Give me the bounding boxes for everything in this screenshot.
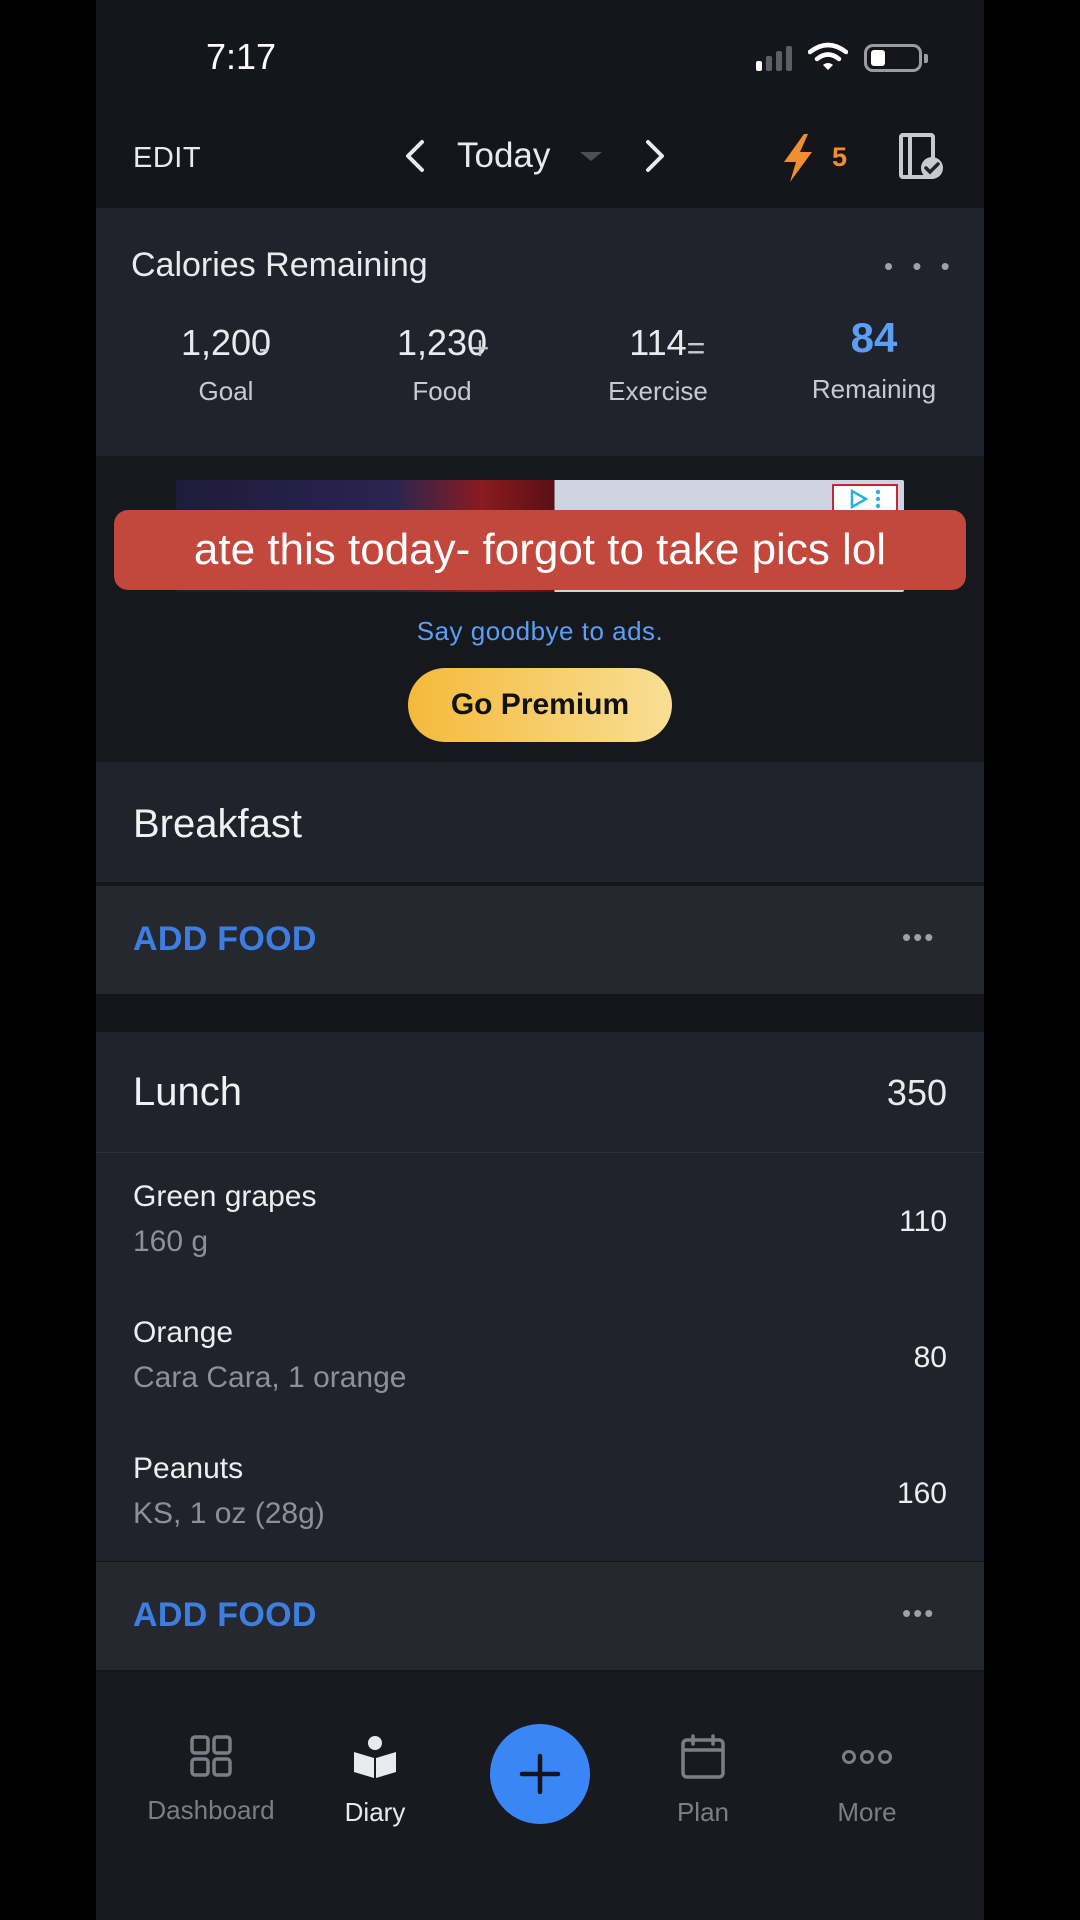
food-item-name[interactable]: Peanuts — [133, 1452, 243, 1486]
say-goodbye-to-ads-link[interactable]: Say goodbye to ads. — [96, 616, 984, 647]
lunch-more-button[interactable]: ••• — [902, 1598, 935, 1629]
go-premium-button[interactable]: Go Premium — [408, 668, 672, 742]
status-time: 7:17 — [206, 36, 277, 77]
tab-diary-label: Diary — [344, 1797, 406, 1827]
previous-day-chevron-icon[interactable] — [400, 136, 430, 181]
food-item-calories[interactable]: 160 — [897, 1477, 947, 1511]
breakfast-more-button[interactable]: ••• — [902, 922, 935, 953]
next-day-chevron-icon[interactable] — [640, 136, 670, 181]
food-summary: 1,230 Food — [357, 322, 527, 407]
minus-operator: - — [258, 330, 270, 366]
calendar-icon — [681, 1734, 725, 1779]
lunch-title: Lunch — [133, 1070, 242, 1114]
food-value: 1,230 — [396, 322, 488, 363]
more-dots-icon — [842, 1750, 892, 1764]
remaining-value: 84 — [850, 314, 898, 361]
calories-more-button[interactable]: • • • — [884, 251, 956, 282]
battery-icon — [864, 44, 928, 72]
add-entry-button[interactable] — [490, 1724, 590, 1824]
equals-operator: = — [686, 330, 706, 366]
food-label: Food — [412, 376, 472, 406]
date-dropdown-caret-icon[interactable] — [580, 152, 602, 161]
streak-count[interactable]: 5 — [832, 142, 847, 173]
breakfast-add-food-button[interactable]: ADD FOOD — [133, 920, 317, 959]
remaining-summary: 84 Remaining — [789, 314, 959, 405]
food-item-serving[interactable]: KS, 1 oz (28g) — [133, 1497, 325, 1531]
goal-value: 1,200 — [180, 322, 272, 363]
cellular-signal-icon — [756, 46, 792, 71]
tab-diary[interactable]: Diary — [290, 1734, 460, 1828]
exercise-value: 114 — [629, 322, 687, 363]
tab-more-label: More — [837, 1797, 897, 1827]
dashboard-grid-icon — [190, 1735, 232, 1777]
exercise-label: Exercise — [608, 376, 708, 406]
lunch-add-food-button[interactable]: ADD FOOD — [133, 1596, 317, 1635]
streak-lightning-icon[interactable] — [780, 132, 816, 189]
wifi-icon — [807, 42, 849, 77]
food-item-serving[interactable]: Cara Cara, 1 orange — [133, 1361, 407, 1395]
tab-plan[interactable]: Plan — [618, 1734, 788, 1828]
food-item-calories[interactable]: 110 — [899, 1205, 947, 1239]
food-item-name[interactable]: Orange — [133, 1316, 233, 1350]
food-item-name[interactable]: Green grapes — [133, 1180, 316, 1214]
date-selector[interactable]: Today — [457, 136, 550, 176]
goal-label: Goal — [198, 376, 254, 406]
tab-plan-label: Plan — [676, 1797, 730, 1827]
diary-book-icon — [354, 1736, 396, 1778]
food-item-calories[interactable]: 80 — [914, 1341, 947, 1375]
remaining-label: Remaining — [811, 374, 937, 404]
breakfast-title: Breakfast — [133, 802, 302, 846]
app-screen: 7:17 EDIT Today 5 Calories Remaining • • — [96, 0, 984, 1920]
tab-dashboard-label: Dashboard — [147, 1795, 275, 1825]
plus-operator: + — [470, 330, 490, 366]
goal-summary: 1,200 Goal — [141, 322, 311, 407]
tab-more[interactable]: More — [782, 1734, 952, 1828]
food-item-serving[interactable]: 160 g — [133, 1225, 208, 1259]
plus-icon — [519, 1753, 561, 1795]
section-separator — [96, 994, 984, 1032]
exercise-summary: 114 Exercise — [573, 322, 743, 407]
tab-dashboard[interactable]: Dashboard — [126, 1734, 296, 1826]
caption-overlay: ate this today- forgot to take pics lol — [114, 510, 966, 590]
edit-button[interactable]: EDIT — [133, 142, 201, 175]
calories-remaining-title: Calories Remaining — [131, 246, 428, 284]
lunch-calories: 350 — [886, 1072, 947, 1113]
checklist-book-icon[interactable] — [898, 132, 946, 187]
